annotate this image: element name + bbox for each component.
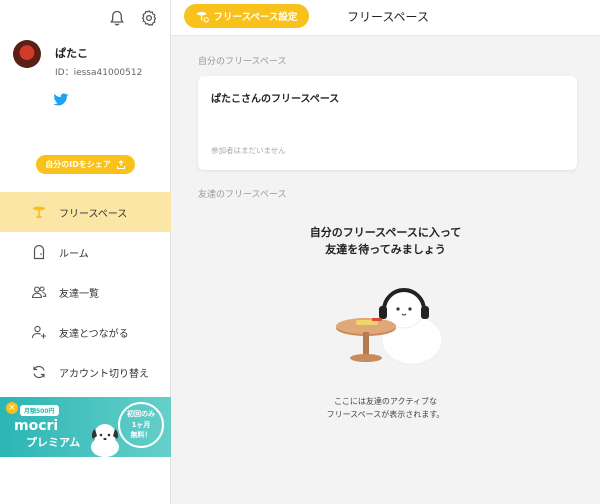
my-free-space-card[interactable]: ぱたこさんのフリースペース 参加者はまだいません [198, 76, 577, 170]
main-content: フリースペース設定 フリースペース 自分のフリースペース ぱたこさんのフリースペ… [171, 0, 600, 504]
my-free-space-heading: 自分のフリースペース [198, 57, 287, 67]
banner-brand: mocri [14, 418, 59, 434]
sidebar-item-connect[interactable]: 友達とつながる [0, 312, 171, 352]
sidebar-item-switch-account[interactable]: アカウント切り替え [0, 352, 171, 392]
banner-close-button[interactable]: × [6, 402, 18, 414]
sidebar-item-friends[interactable]: 友達一覧 [0, 272, 171, 312]
user-id: ID：iessa41000512 [55, 68, 143, 78]
sidebar-item-room[interactable]: ルーム [0, 232, 171, 272]
banner-free-badge: 初回のみ 1ヶ月 無料！ [118, 402, 164, 448]
add-friend-icon [31, 324, 47, 340]
empty-desc-line2: フリースペースが表示されます。 [326, 410, 445, 419]
table-icon [31, 204, 47, 220]
share-id-button[interactable]: 自分のIDをシェア [36, 155, 135, 174]
sidebar: ぱたこ ID：iessa41000512 自分のIDをシェア フリースペース ル… [0, 0, 171, 504]
sidebar-item-label: ルーム [59, 248, 89, 260]
empty-title-line1: 自分のフリースペースに入って [309, 226, 462, 239]
empty-state-title: 自分のフリースペースに入って 友達を待ってみましょう [171, 224, 600, 258]
header: フリースペース設定 フリースペース [171, 0, 600, 36]
bell-icon[interactable] [108, 9, 126, 27]
gear-icon[interactable] [140, 9, 158, 27]
friends-free-space-heading: 友達のフリースペース [198, 190, 287, 200]
switch-icon [31, 364, 47, 380]
dog-at-table-illustration [336, 287, 443, 365]
table-settings-icon [196, 11, 209, 22]
twitter-icon[interactable] [53, 92, 69, 106]
top-icons [108, 9, 158, 27]
avatar[interactable] [13, 40, 41, 68]
share-icon [116, 159, 125, 169]
sidebar-item-label: アカウント切り替え [59, 368, 149, 380]
page-title: フリースペース [347, 10, 429, 24]
card-participants-note: 参加者はまだいません [211, 146, 286, 155]
settings-button-label: フリースペース設定 [213, 12, 298, 23]
door-icon [31, 244, 47, 260]
banner-price: 月額500円 [20, 405, 59, 416]
free-space-settings-button[interactable]: フリースペース設定 [184, 4, 309, 28]
empty-state-description: ここには友達のアクティブな フリースペースが表示されます。 [171, 395, 600, 421]
sidebar-item-label: 友達一覧 [59, 288, 99, 300]
friends-icon [31, 284, 47, 300]
sidebar-item-free-space[interactable]: フリースペース [0, 192, 171, 232]
empty-title-line2: 友達を待ってみましょう [325, 243, 446, 256]
banner-premium-label: プレミアム [26, 436, 81, 449]
username: ぱたこ [55, 47, 88, 60]
sidebar-nav: フリースペース ルーム 友達一覧 友達とつながる アカウント切り替え [0, 192, 171, 392]
share-id-label: 自分のIDをシェア [45, 160, 111, 169]
premium-banner[interactable]: × 月額500円 mocri プレミアム 初回のみ 1ヶ月 無料！ [0, 397, 171, 457]
empty-desc-line1: ここには友達のアクティブな [333, 397, 438, 406]
sidebar-item-label: フリースペース [59, 208, 128, 220]
card-title: ぱたこさんのフリースペース [211, 94, 340, 105]
sidebar-item-label: 友達とつながる [59, 328, 129, 340]
